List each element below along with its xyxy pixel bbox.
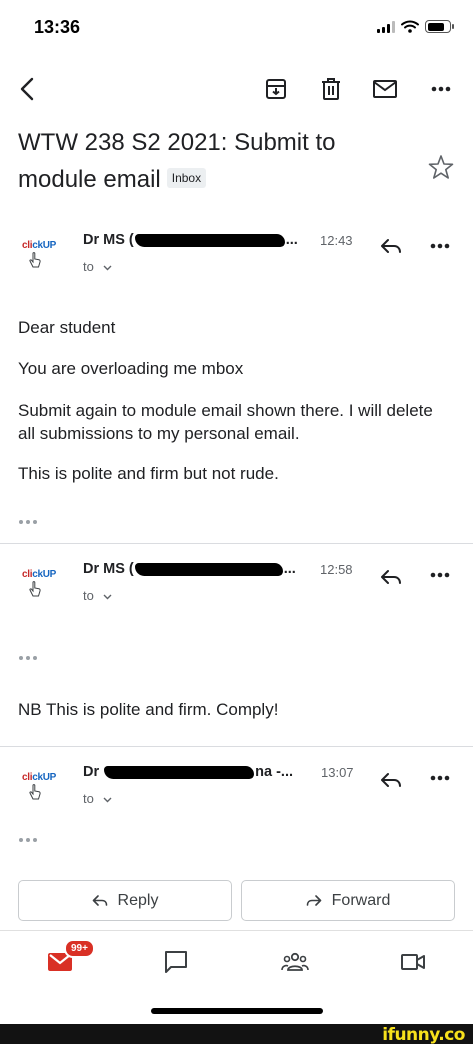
reply-icon [381,773,401,787]
clickup-logo: clickUP [22,772,57,783]
nav-spaces[interactable] [273,945,317,979]
message-time: 12:43 [320,233,353,248]
battery-icon [425,20,454,33]
meet-icon [401,954,425,970]
message-more-button[interactable] [426,563,454,587]
message-paragraph: NB This is polite and firm. Comply! [18,700,279,719]
status-time: 13:36 [34,17,81,37]
show-trimmed-content-button[interactable] [19,515,43,529]
message-paragraph: Dear student [18,318,116,337]
mark-unread-button[interactable] [368,72,402,106]
hand-cursor-icon [29,252,41,268]
email-subject: WTW 238 S2 2021: Submit to module email I… [18,124,398,198]
delete-button[interactable] [314,72,348,106]
reply-button[interactable] [376,232,406,260]
message-time: 13:07 [321,765,354,780]
delete-icon [322,78,340,100]
sender-name: Dr MS (... [83,232,298,248]
reply-label: Reply [117,891,159,909]
divider [0,746,473,747]
back-button[interactable] [10,72,44,106]
nav-meet[interactable] [391,945,435,979]
status-icons [377,20,454,33]
ifunny-watermark: ifunny.co [382,1025,465,1044]
more-icon [430,572,450,578]
recipients-toggle[interactable]: to [83,791,112,806]
spaces-icon [281,952,309,971]
forward-icon [306,894,321,906]
star-icon [428,155,454,179]
message-paragraph: You are overloading me mbox [18,359,244,378]
show-trimmed-content-button[interactable] [19,833,43,847]
redaction [134,233,285,247]
more-icon [430,775,450,781]
inbox-label-badge[interactable]: Inbox [166,167,207,188]
archive-icon [266,79,286,99]
reply-icon [92,894,107,906]
mark-unread-icon [373,80,397,98]
back-icon [20,77,34,101]
hand-cursor-icon [29,581,41,597]
more-options-button[interactable] [424,72,458,106]
wifi-icon [401,20,419,33]
avatar: clickUP [20,238,64,274]
divider [0,543,473,544]
avatar: clickUP [20,770,64,806]
reply-button[interactable] [376,563,406,591]
recipients-toggle[interactable]: to [83,259,112,274]
signal-icon [377,20,395,33]
reply-action-button[interactable]: Reply [18,880,232,921]
redaction [104,765,255,779]
clickup-logo: clickUP [22,240,57,251]
status-bar: 13:36 [0,0,473,58]
show-trimmed-content-button[interactable] [19,651,43,665]
sender-name: Dr MS (... [83,561,296,577]
forward-action-button[interactable]: Forward [241,880,455,921]
chevron-down-icon [103,265,112,271]
more-icon [430,243,450,249]
reply-button[interactable] [376,766,406,794]
message-paragraph: Submit again to module email shown there… [18,401,433,443]
message-more-button[interactable] [426,766,454,790]
archive-button[interactable] [259,72,293,106]
star-button[interactable] [428,154,454,180]
watermark-bar: ifunny.co [0,1024,473,1044]
clickup-logo: clickUP [22,569,57,580]
message-paragraph: This is polite and firm but not rude. [18,464,279,483]
more-icon [431,86,451,92]
chevron-down-icon [103,594,112,600]
sender-name: Dr na -... [83,764,294,780]
chat-icon [165,951,187,973]
reply-icon [381,570,401,584]
message-time: 12:58 [320,562,353,577]
message-more-button[interactable] [426,234,454,258]
unread-count-badge: 99+ [64,939,95,958]
hand-cursor-icon [29,784,41,800]
avatar: clickUP [20,567,64,603]
message-header[interactable]: clickUP Dr na -... 13:07 to [0,760,473,820]
redaction [134,562,283,576]
nav-chat[interactable] [154,945,198,979]
home-indicator [151,1008,323,1014]
message-header[interactable]: clickUP Dr MS (... 12:58 to [0,557,473,617]
reply-icon [381,239,401,253]
toolbar [0,68,473,110]
recipients-toggle[interactable]: to [83,588,112,603]
forward-label: Forward [331,891,391,909]
message-header[interactable]: clickUP Dr MS (... 12:43 to [0,228,473,288]
chevron-down-icon [103,797,112,803]
